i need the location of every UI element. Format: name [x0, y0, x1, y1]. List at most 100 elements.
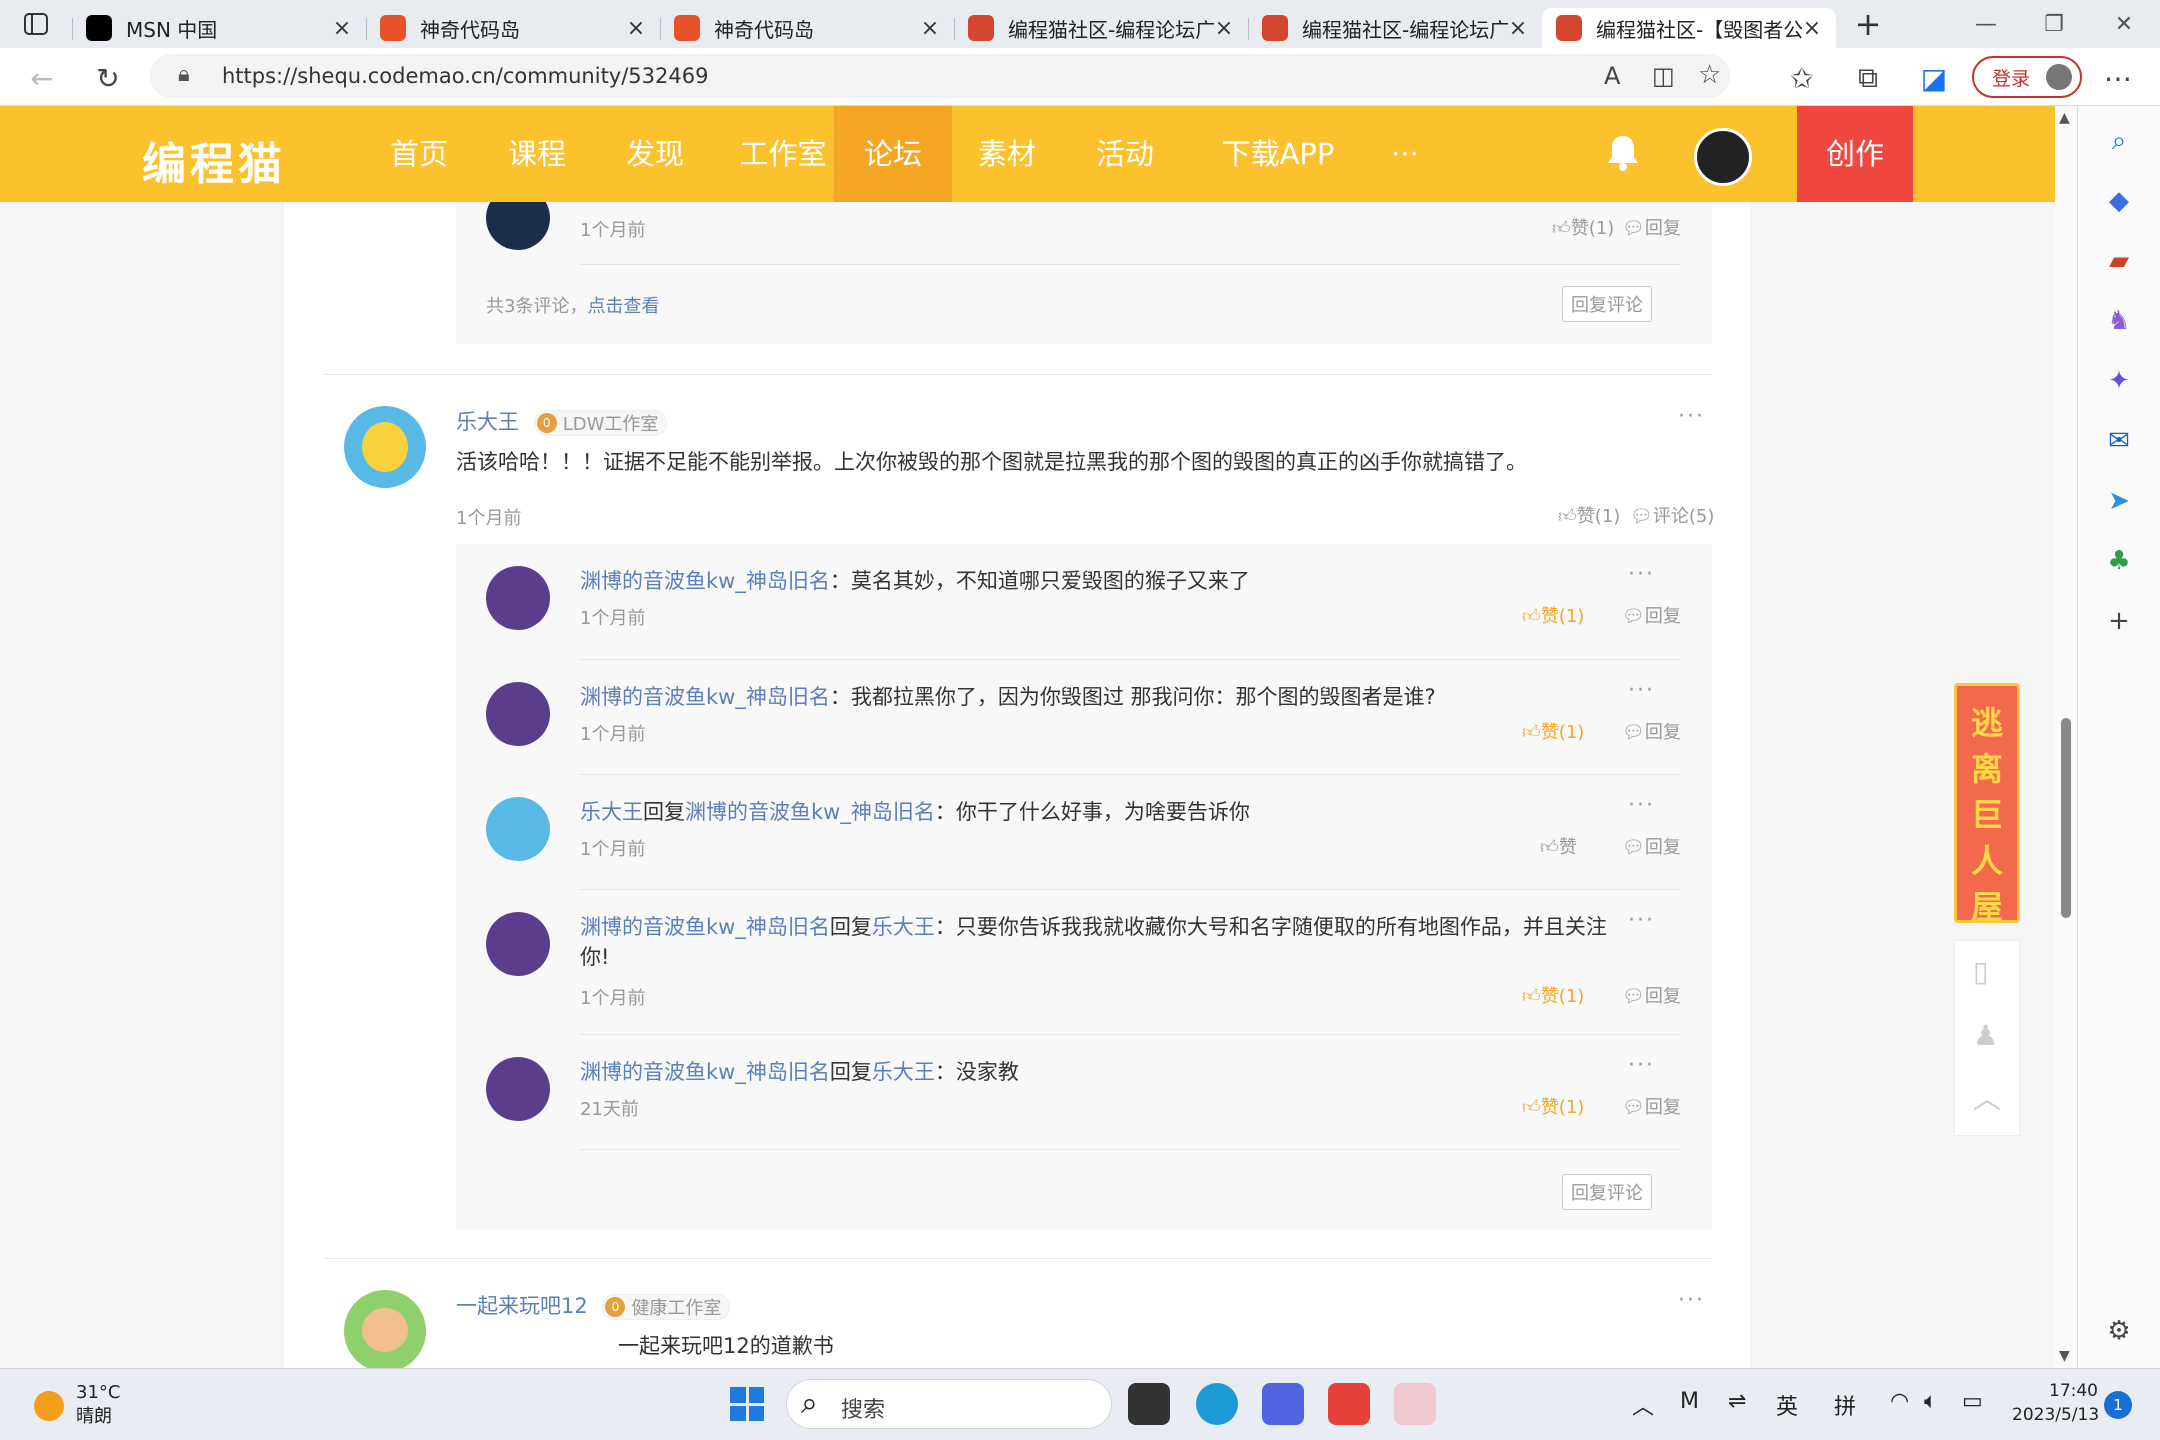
reply-avatar[interactable]: [486, 566, 550, 630]
taskbar-clock[interactable]: 17:40 2023/5/13: [2012, 1379, 2099, 1427]
scroll-down-icon[interactable]: ▼: [2059, 1348, 2070, 1364]
reply-more-icon[interactable]: ···: [1628, 908, 1655, 933]
notification-badge[interactable]: 1: [2104, 1391, 2132, 1419]
browser-tab-2[interactable]: 神奇代码岛 ×: [660, 8, 954, 48]
nav-item-2[interactable]: 发现: [600, 106, 710, 202]
mail-app-icon[interactable]: [1262, 1383, 1304, 1425]
promo-banner[interactable]: 逃离巨人屋: [1954, 683, 2020, 926]
view-all-replies-link[interactable]: 点击查看: [587, 296, 659, 317]
sun-icon[interactable]: [34, 1391, 64, 1421]
tree-icon[interactable]: ♣: [2102, 544, 2136, 578]
mobile-icon[interactable]: ▯: [1973, 955, 1988, 988]
collections-icon[interactable]: ⧉: [1848, 58, 1888, 98]
scroll-up-icon[interactable]: ▲: [2059, 110, 2070, 126]
wifi-icon[interactable]: ◠: [1890, 1389, 1909, 1414]
read-aloud-icon[interactable]: A: [1604, 62, 1620, 90]
ime-mode[interactable]: 拼: [1834, 1389, 1856, 1421]
reply-avatar[interactable]: [486, 912, 550, 976]
more-options-icon[interactable]: ···: [1678, 1288, 1705, 1313]
nav-item-6[interactable]: 活动: [1070, 106, 1180, 202]
nav-item-8[interactable]: ···: [1360, 106, 1450, 202]
tray-app-icon[interactable]: M: [1680, 1389, 1699, 1414]
reply-reply-button[interactable]: 💬︎回复: [1622, 1093, 1681, 1119]
volume-icon[interactable]: 🔈︎: [1924, 1389, 1937, 1414]
reply-author[interactable]: 渊博的音波鱼kw_神岛旧名: [580, 915, 830, 939]
reply-target[interactable]: 乐大王: [872, 915, 935, 939]
nav-item-3[interactable]: 工作室: [718, 106, 848, 202]
favorites-icon[interactable]: ✩: [1782, 58, 1822, 98]
more-menu-icon[interactable]: ⋯: [2098, 58, 2138, 98]
reply-like-button[interactable]: 👍︎赞(1): [1522, 718, 1584, 744]
taskbar-search[interactable]: ⌕ 搜索: [786, 1379, 1112, 1429]
tray-overflow-icon[interactable]: ︿: [1632, 1389, 1654, 1421]
back-to-top-icon[interactable]: ︿: [1973, 1077, 2001, 1117]
reply-author[interactable]: 乐大王: [580, 800, 643, 824]
reply-target[interactable]: 渊博的音波鱼kw_神岛旧名: [685, 800, 935, 824]
start-icon[interactable]: [730, 1387, 764, 1421]
outlook-icon[interactable]: ✉: [2102, 424, 2136, 458]
nav-item-4[interactable]: 论坛: [834, 106, 952, 202]
browser-tab-0[interactable]: MSN 中国 ×: [72, 8, 366, 48]
more-options-icon[interactable]: ···: [1678, 404, 1705, 429]
tab-close-icon[interactable]: ×: [920, 16, 940, 41]
nav-item-5[interactable]: 素材: [952, 106, 1062, 202]
site-logo[interactable]: 编程猫: [142, 128, 286, 192]
reply-avatar[interactable]: [486, 797, 550, 861]
reply-reply-button[interactable]: 💬︎回复: [1622, 718, 1681, 744]
refresh-icon[interactable]: ↻: [88, 58, 128, 98]
comment-author[interactable]: 乐大王: [456, 410, 519, 434]
toolbox-icon[interactable]: ▰: [2102, 244, 2136, 278]
reply-author[interactable]: 渊博的音波鱼kw_神岛旧名: [580, 569, 830, 593]
reply-comment-button[interactable]: 回复评论: [1562, 1174, 1652, 1210]
tray-settings-icon[interactable]: ⇌: [1728, 1389, 1746, 1414]
edge-taskbar-icon[interactable]: [1196, 1383, 1238, 1425]
tab-close-icon[interactable]: ×: [1214, 16, 1234, 41]
split-screen-icon[interactable]: ◫: [1652, 62, 1675, 90]
nav-item-1[interactable]: 课程: [482, 106, 592, 202]
browser-tab-3[interactable]: 编程猫社区-编程论坛广场 ×: [954, 8, 1248, 48]
games-icon[interactable]: ♞: [2102, 304, 2136, 338]
close-window-icon[interactable]: ✕: [2090, 0, 2158, 48]
tab-actions-icon[interactable]: [0, 0, 72, 48]
shopping-tag-icon[interactable]: ◆: [2102, 184, 2136, 218]
reply-more-icon[interactable]: ···: [1628, 562, 1655, 587]
reply-like-button[interactable]: 👍︎赞(1): [1522, 602, 1584, 628]
sidebar-settings-icon[interactable]: ⚙: [2102, 1314, 2136, 1348]
url-field[interactable]: 🔒︎ https://shequ.codemao.cn/community/53…: [150, 54, 1730, 98]
profile-login-button[interactable]: 登录: [1972, 56, 2082, 98]
reply-button[interactable]: 💬︎回复: [1622, 214, 1681, 240]
comment-like-button[interactable]: 👍︎赞(1): [1558, 502, 1620, 528]
browser-tab-5[interactable]: 编程猫社区-【毁图者公开】×: [1542, 8, 1836, 48]
huawei-app-icon[interactable]: [1328, 1383, 1370, 1425]
reply-more-icon[interactable]: ···: [1628, 793, 1655, 818]
reply-like-button[interactable]: 👍︎赞(1): [1522, 1093, 1584, 1119]
reply-reply-button[interactable]: 💬︎回复: [1622, 602, 1681, 628]
reply-target[interactable]: 乐大王: [872, 1060, 935, 1084]
reply-comment-button[interactable]: 回复评论: [1562, 286, 1652, 322]
comment-reply-count-button[interactable]: 💬︎评论(5): [1630, 502, 1714, 528]
tab-close-icon[interactable]: ×: [626, 16, 646, 41]
reply-avatar[interactable]: [486, 1057, 550, 1121]
commenter-avatar[interactable]: [344, 406, 426, 488]
task-view-icon[interactable]: [1128, 1383, 1170, 1425]
qq-icon[interactable]: ♟: [1973, 1019, 1998, 1052]
reply-avatar[interactable]: [486, 202, 550, 250]
new-tab-button[interactable]: +: [1840, 5, 1896, 43]
user-avatar[interactable]: [1694, 128, 1752, 186]
next-commenter-avatar[interactable]: [344, 1290, 426, 1368]
copilot-icon[interactable]: ✦: [2102, 364, 2136, 398]
scroll-thumb[interactable]: [2061, 718, 2071, 918]
browser-tab-1[interactable]: 神奇代码岛 ×: [366, 8, 660, 48]
create-button[interactable]: 创作: [1797, 106, 1913, 202]
reply-like-button[interactable]: 👍︎赞: [1540, 833, 1577, 859]
tab-close-icon[interactable]: ×: [1802, 16, 1822, 41]
nav-item-7[interactable]: 下载APP: [1188, 106, 1368, 202]
next-comment-author[interactable]: 一起来玩吧12: [456, 1294, 588, 1318]
like-button[interactable]: 👍︎赞(1): [1552, 214, 1614, 240]
reply-reply-button[interactable]: 💬︎回复: [1622, 982, 1681, 1008]
add-sidebar-app-icon[interactable]: +: [2102, 604, 2136, 638]
snipping-tool-icon[interactable]: [1394, 1383, 1436, 1425]
restore-icon[interactable]: ❐: [2020, 0, 2088, 48]
weather-widget[interactable]: 31°C 晴朗: [76, 1381, 120, 1429]
reply-author[interactable]: 渊博的音波鱼kw_神岛旧名: [580, 685, 830, 709]
